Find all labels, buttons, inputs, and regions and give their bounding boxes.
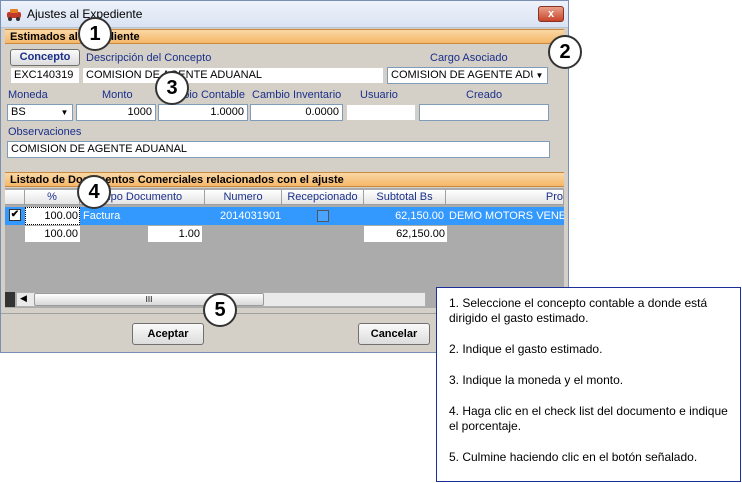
monto-field[interactable]: 1000 bbox=[76, 104, 156, 121]
cambio-inventario-field[interactable]: 0.0000 bbox=[250, 104, 343, 121]
column-header-percent[interactable]: % bbox=[25, 190, 80, 205]
callout-4: 4 bbox=[77, 175, 111, 209]
instruction-2: 2. Indique el gasto estimado. bbox=[449, 342, 603, 356]
cargo-select-value: COMISION DE AGENTE ADUA bbox=[391, 69, 546, 81]
descripcion-field[interactable]: COMISION DE AGENTE ADUANAL bbox=[82, 67, 384, 84]
recepcionado-checkbox[interactable] bbox=[317, 210, 329, 222]
aceptar-button[interactable]: Aceptar bbox=[132, 323, 204, 345]
moneda-select-value: BS bbox=[11, 106, 26, 118]
row-proveedor: DEMO MOTORS VENEZ bbox=[449, 210, 564, 222]
creado-label: Creado bbox=[466, 89, 503, 101]
callout-1: 1 bbox=[78, 17, 112, 51]
column-header-proveedor[interactable]: Pro bbox=[446, 190, 564, 205]
usuario-label: Usuario bbox=[360, 89, 398, 101]
scroll-left-icon[interactable]: ◀ bbox=[20, 293, 27, 304]
moneda-label: Moneda bbox=[8, 89, 48, 101]
observaciones-field[interactable]: COMISION DE AGENTE ADUANAL bbox=[7, 141, 550, 158]
observaciones-label: Observaciones bbox=[8, 126, 82, 138]
moneda-select[interactable]: BS ▼ bbox=[7, 104, 73, 121]
concepto-button[interactable]: Concepto bbox=[10, 49, 80, 66]
callout-3: 3 bbox=[155, 71, 189, 105]
row-subtotal: 62,150.00 bbox=[395, 210, 444, 222]
instruction-3: 3. Indique la moneda y el monto. bbox=[449, 373, 624, 387]
instructions-box: 1. Seleccione el concepto contable a don… bbox=[436, 287, 741, 482]
instruction-1: 1. Seleccione el concepto contable a don… bbox=[449, 296, 708, 325]
cambio-inventario-label: Cambio Inventario bbox=[252, 89, 342, 101]
callout-2: 2 bbox=[548, 35, 582, 69]
cargo-select[interactable]: COMISION DE AGENTE ADUA ▼ bbox=[387, 67, 548, 84]
column-header-recepcionado[interactable]: Recepcionado bbox=[282, 190, 364, 205]
monto-label: Monto bbox=[102, 89, 133, 101]
instruction-4: 4. Haga clic en el check list del docume… bbox=[449, 404, 728, 433]
total-factor: 1.00 bbox=[178, 228, 200, 240]
cargo-label: Cargo Asociado bbox=[430, 52, 508, 64]
total-percent: 100.00 bbox=[44, 228, 78, 240]
row-numero: 2014031901 bbox=[220, 210, 282, 222]
creado-field bbox=[419, 104, 549, 121]
callout-5: 5 bbox=[203, 293, 237, 327]
chevron-down-icon[interactable]: ▼ bbox=[58, 106, 71, 119]
total-subtotal: 62,150.00 bbox=[396, 228, 445, 240]
descripcion-label: Descripción del Concepto bbox=[86, 52, 212, 64]
row-checkbox[interactable]: ✔ bbox=[9, 209, 21, 221]
column-header-numero[interactable]: Numero bbox=[205, 190, 282, 205]
instruction-5: 5. Culmine haciendo clic en el botón señ… bbox=[449, 450, 698, 464]
row-tipo: Factura bbox=[83, 210, 121, 222]
cambio-contable-field[interactable]: 1.0000 bbox=[158, 104, 248, 121]
close-button[interactable]: x bbox=[538, 6, 564, 22]
column-header-subtotal[interactable]: Subtotal Bs bbox=[364, 190, 446, 205]
usuario-field bbox=[346, 104, 416, 121]
chevron-down-icon[interactable]: ▼ bbox=[533, 69, 546, 82]
grid-corner bbox=[5, 190, 25, 205]
cancelar-button[interactable]: Cancelar bbox=[358, 323, 430, 345]
scroll-left-edge bbox=[5, 292, 15, 307]
row-percent: 100.00 bbox=[44, 210, 78, 222]
concepto-field[interactable]: EXC140319 bbox=[10, 67, 80, 84]
car-icon bbox=[7, 9, 21, 21]
